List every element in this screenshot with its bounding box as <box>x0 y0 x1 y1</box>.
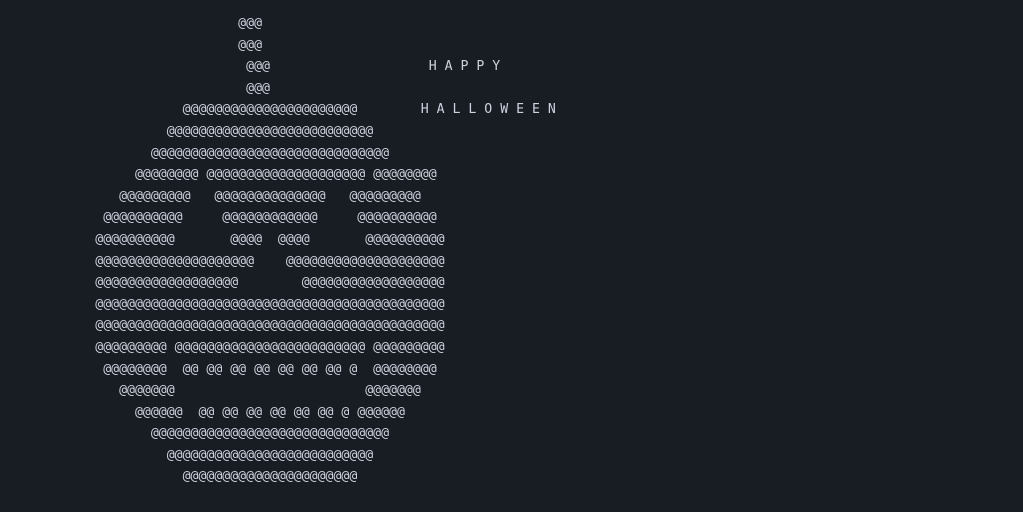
terminal-line-happy: @@@ H A P P Y <box>0 59 501 75</box>
ascii-pumpkin-art: @@@ @@@ @@@ H A P P Y @@@ @@@@@@@@@@@@@@… <box>0 13 556 488</box>
terminal-line-halloween: @@@@@@@@@@@@@@@@@@@@@@ H A L L O W E E N <box>0 102 556 118</box>
terminal-line: @@@@@@@@ @@ @@ @@ @@ @@ @@ @@ @ @@@@@@@@ <box>0 361 437 377</box>
terminal-line: @@@ <box>0 16 263 31</box>
terminal-line: @@@@@@@@@ @@@@@@@@@@@@@@@@@@@@@@@@ @@@@@… <box>0 339 445 355</box>
terminal-line: @@@@@@@@@@@@@@@@@@@@@@@@@@@@@@@@@@@@@@@@… <box>0 296 445 312</box>
terminal-screen: { "terminal": { "background": "#181c23",… <box>0 0 1023 512</box>
terminal-line: @@@@@@@@@@@@@@@@@@@@@@@@@@@@@@@@@@@@@@@@… <box>0 318 445 334</box>
terminal-line: @@@@@@@@@@@@@@@@@@@@@@@@@@@@@@ <box>0 145 390 161</box>
terminal-line: @@@@@@@ @@@@@@@ <box>0 383 421 399</box>
terminal-line: @@@@@@@@@@ @@@@ @@@@ @@@@@@@@@@ <box>0 231 445 247</box>
terminal-line: @@@@@@@@@@@@@@@@@@@@@@ <box>0 469 358 485</box>
terminal-line: @@@ <box>0 80 270 96</box>
terminal-line: @@@@@@@@@@@@@@@@@@@@ @@@@@@@@@@@@@@@@@@@… <box>0 253 445 269</box>
terminal-line: @@@@@@ @@ @@ @@ @@ @@ @@ @ @@@@@@ <box>0 404 405 420</box>
terminal-line: @@@@@@@@@@@@@@@@@@@@@@@@@@@@@@ <box>0 426 390 442</box>
terminal-line: @@@@@@@@@@@@@@@@@@@@@@@@@@ <box>0 447 374 463</box>
terminal-line: @@@@@@@@@@@@@@@@@@@@@@@@@@ <box>0 123 374 139</box>
terminal-line: @@@@@@@@@@@@@@@@@@ @@@@@@@@@@@@@@@@@@ <box>0 275 445 291</box>
terminal-line: @@@ <box>0 37 263 53</box>
terminal-line: @@@@@@@@@ @@@@@@@@@@@@@@ @@@@@@@@@ <box>0 188 421 204</box>
terminal-line: @@@@@@@@ @@@@@@@@@@@@@@@@@@@@ @@@@@@@@ <box>0 167 437 183</box>
terminal-line: @@@@@@@@@@ @@@@@@@@@@@@ @@@@@@@@@@ <box>0 210 437 226</box>
